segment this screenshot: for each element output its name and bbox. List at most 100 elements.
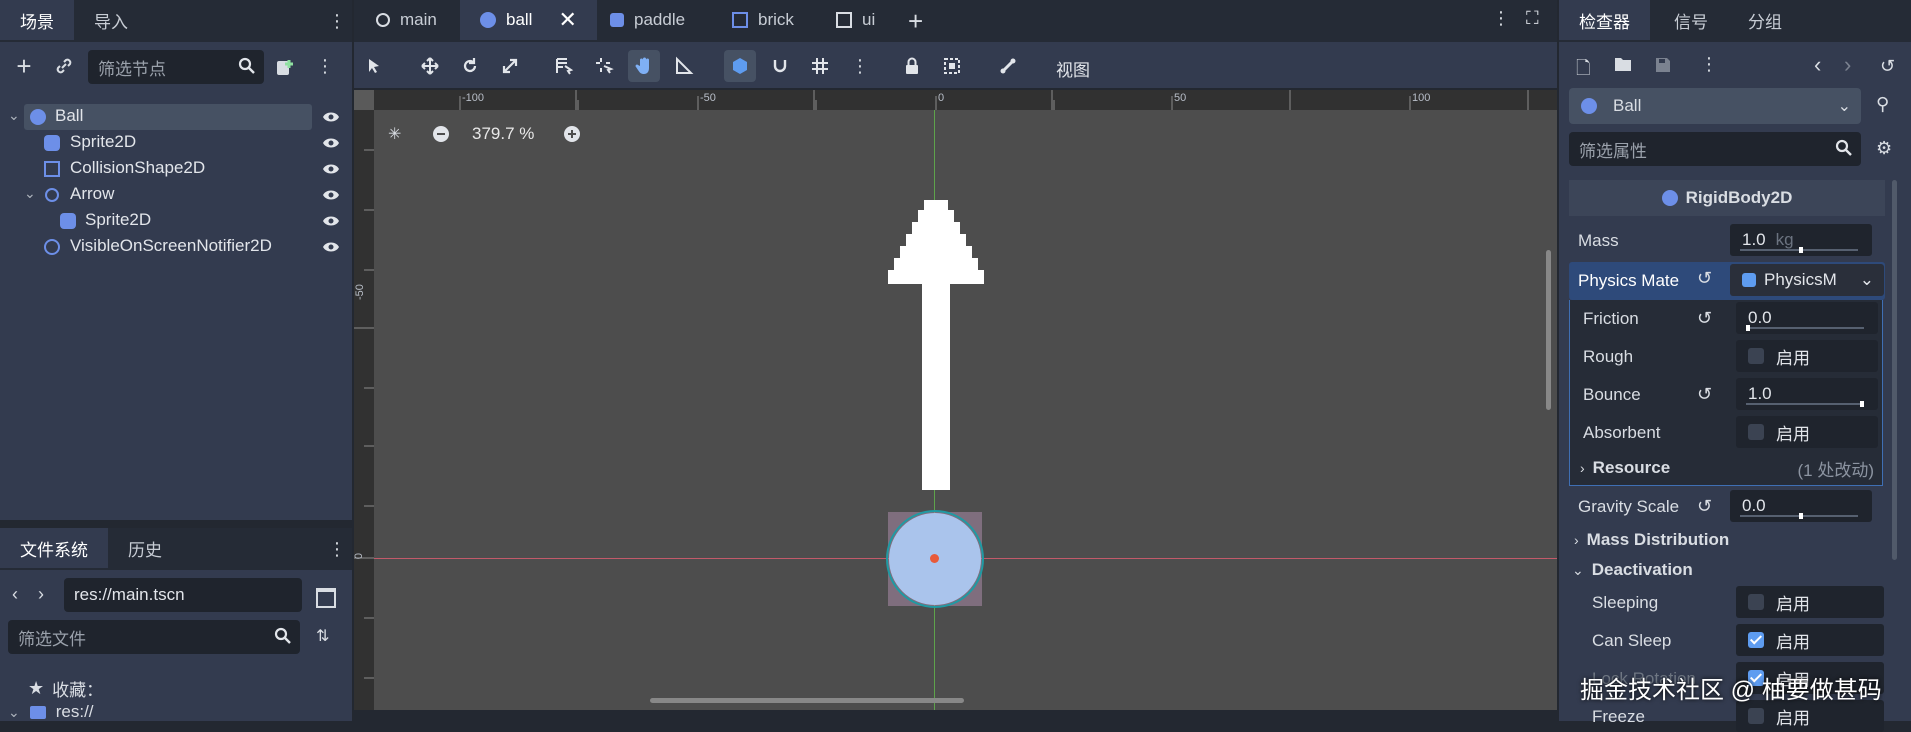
link-icon[interactable] xyxy=(54,56,74,76)
sort-icon[interactable]: ⇅ xyxy=(316,626,329,646)
add-node-icon[interactable]: + xyxy=(12,51,36,81)
tab-scene[interactable]: 场景 xyxy=(0,0,74,40)
filter-nodes-input[interactable]: 筛选节点 xyxy=(88,50,264,84)
visibility-eye-icon[interactable] xyxy=(322,163,340,175)
list-select-tool[interactable] xyxy=(548,50,580,82)
path-field[interactable]: res://main.tscn xyxy=(64,578,302,612)
history-forward-icon[interactable]: › xyxy=(1844,52,1851,78)
property-options-icon[interactable]: ⚙ xyxy=(1876,138,1892,159)
dock-menu-icon[interactable]: ⋮ xyxy=(328,10,346,32)
visibility-eye-icon[interactable] xyxy=(322,111,340,123)
mass-field[interactable]: 1.0 kg xyxy=(1730,224,1872,256)
canvas-viewport[interactable]: -100 -50 0 50 100 -50 0 ✳ 379.7 % xyxy=(354,90,1557,710)
bounce-field[interactable]: 1.0 xyxy=(1736,378,1878,410)
tab-group[interactable]: 分组 xyxy=(1728,0,1802,40)
forward-icon[interactable]: › xyxy=(38,584,44,605)
filter-properties-input[interactable]: 筛选属性 xyxy=(1569,132,1861,166)
move-tool[interactable] xyxy=(414,50,446,82)
scale-tool[interactable] xyxy=(494,50,526,82)
tab-import[interactable]: 导入 xyxy=(74,0,148,40)
revert-icon[interactable]: ↺ xyxy=(1697,308,1712,329)
center-view-icon[interactable]: ✳ xyxy=(388,124,401,144)
tab-history[interactable]: 历史 xyxy=(108,528,182,568)
res-root-item[interactable]: ⌄ res:// xyxy=(8,702,94,722)
rotate-tool[interactable] xyxy=(454,50,486,82)
pan-tool[interactable] xyxy=(628,50,660,82)
visibility-eye-icon[interactable] xyxy=(322,241,340,253)
tab-main[interactable]: main xyxy=(356,0,457,40)
close-tab-icon[interactable]: ✕ xyxy=(558,7,576,33)
scene-menu-icon[interactable]: ⋮ xyxy=(316,54,334,78)
revert-icon[interactable]: ↺ xyxy=(1697,268,1712,289)
node-tree-icon[interactable]: ⚲ xyxy=(1876,94,1889,115)
lock-button[interactable] xyxy=(896,50,928,82)
revert-icon[interactable]: ↺ xyxy=(1697,384,1712,405)
dock-menu-icon[interactable]: ⋮ xyxy=(328,538,346,560)
instance-scene-icon[interactable] xyxy=(274,56,296,78)
favorites-item[interactable]: ★ 收藏： xyxy=(28,676,103,701)
zoom-level[interactable]: 379.7 % xyxy=(472,124,534,144)
smart-snap-toggle[interactable] xyxy=(724,50,756,82)
vertical-scrollbar[interactable] xyxy=(1546,250,1551,410)
revert-icon[interactable]: ↺ xyxy=(1697,496,1712,517)
visibility-eye-icon[interactable] xyxy=(322,215,340,227)
sleeping-checkbox[interactable]: 启用 xyxy=(1736,586,1884,618)
filter-files-input[interactable]: 筛选文件 xyxy=(8,620,300,654)
open-folder-icon[interactable] xyxy=(1614,56,1632,72)
select-tool[interactable] xyxy=(358,50,390,82)
rough-checkbox[interactable]: 启用 xyxy=(1736,340,1878,372)
distraction-free-icon[interactable]: ⛶ xyxy=(1526,8,1539,29)
horizontal-scrollbar[interactable] xyxy=(650,698,964,703)
node-selector[interactable]: Ball ⌄ xyxy=(1569,88,1861,124)
ruler-tool[interactable] xyxy=(668,50,700,82)
back-icon[interactable]: ‹ xyxy=(12,584,18,605)
skeleton-button[interactable] xyxy=(992,50,1024,82)
gravity-scale-slider[interactable] xyxy=(1740,513,1858,519)
view-menu[interactable]: 视图 xyxy=(1056,56,1090,81)
deactivation-section[interactable]: ⌄ Deactivation xyxy=(1572,556,1693,584)
collapse-arrow-icon[interactable]: ⌄ xyxy=(8,704,20,721)
visibility-eye-icon[interactable] xyxy=(322,189,340,201)
inspector-scrollbar[interactable] xyxy=(1892,180,1897,560)
friction-slider[interactable] xyxy=(1746,325,1864,331)
tabs-menu-icon[interactable]: ⋮ xyxy=(1492,8,1510,29)
tree-item-arrow[interactable]: ⌄ Arrow xyxy=(0,182,352,208)
mass-slider[interactable] xyxy=(1740,247,1858,253)
mass-distribution-section[interactable]: › Mass Distribution xyxy=(1574,526,1729,554)
inspector-menu-icon[interactable]: ⋮ xyxy=(1700,54,1718,75)
split-view-icon[interactable] xyxy=(316,588,336,608)
tab-ball[interactable]: ball ✕ xyxy=(460,0,597,40)
tab-signal[interactable]: 信号 xyxy=(1654,0,1728,40)
tab-ui[interactable]: ui xyxy=(816,0,895,40)
pivot-tool[interactable] xyxy=(588,50,620,82)
bounce-slider[interactable] xyxy=(1746,401,1864,407)
friction-field[interactable]: 0.0 xyxy=(1736,302,1878,334)
zoom-out-button[interactable] xyxy=(433,126,449,142)
group-button[interactable] xyxy=(936,50,968,82)
tree-item-visibleonscreennotifier2d[interactable]: VisibleOnScreenNotifier2D xyxy=(0,234,352,260)
gravity-scale-field[interactable]: 0.0 xyxy=(1730,490,1872,522)
tab-filesystem[interactable]: 文件系统 xyxy=(0,528,108,568)
history-back-icon[interactable]: ‹ xyxy=(1814,52,1821,78)
zoom-in-button[interactable] xyxy=(564,126,580,142)
tree-item-ball[interactable]: ⌄ Ball xyxy=(0,104,352,130)
tree-item-arrow-sprite2d[interactable]: Sprite2D xyxy=(0,208,352,234)
grid-toggle[interactable] xyxy=(804,50,836,82)
can-sleep-checkbox[interactable]: 启用 xyxy=(1736,624,1884,656)
resource-section[interactable]: › Resource (1 处改动) xyxy=(1580,454,1880,482)
add-tab-icon[interactable]: + xyxy=(908,6,923,37)
physics-material-picker[interactable]: PhysicsM ⌄ xyxy=(1730,264,1884,296)
new-resource-icon[interactable]: 🗋 xyxy=(1576,56,1590,86)
snap-menu[interactable]: ⋮ xyxy=(844,50,876,82)
tab-brick[interactable]: brick xyxy=(712,0,814,40)
absorbent-checkbox[interactable]: 启用 xyxy=(1736,416,1878,448)
tree-item-sprite2d[interactable]: Sprite2D xyxy=(0,130,352,156)
history-icon[interactable]: ↺ xyxy=(1880,56,1895,77)
arrow-sprite[interactable] xyxy=(888,200,984,490)
collapse-arrow-icon[interactable]: ⌄ xyxy=(24,185,36,202)
tree-item-collisionshape2d[interactable]: CollisionShape2D xyxy=(0,156,352,182)
visibility-eye-icon[interactable] xyxy=(322,137,340,149)
collapse-arrow-icon[interactable]: ⌄ xyxy=(8,107,20,124)
tab-inspector[interactable]: 检查器 xyxy=(1559,0,1650,40)
snap-options[interactable] xyxy=(764,50,796,82)
